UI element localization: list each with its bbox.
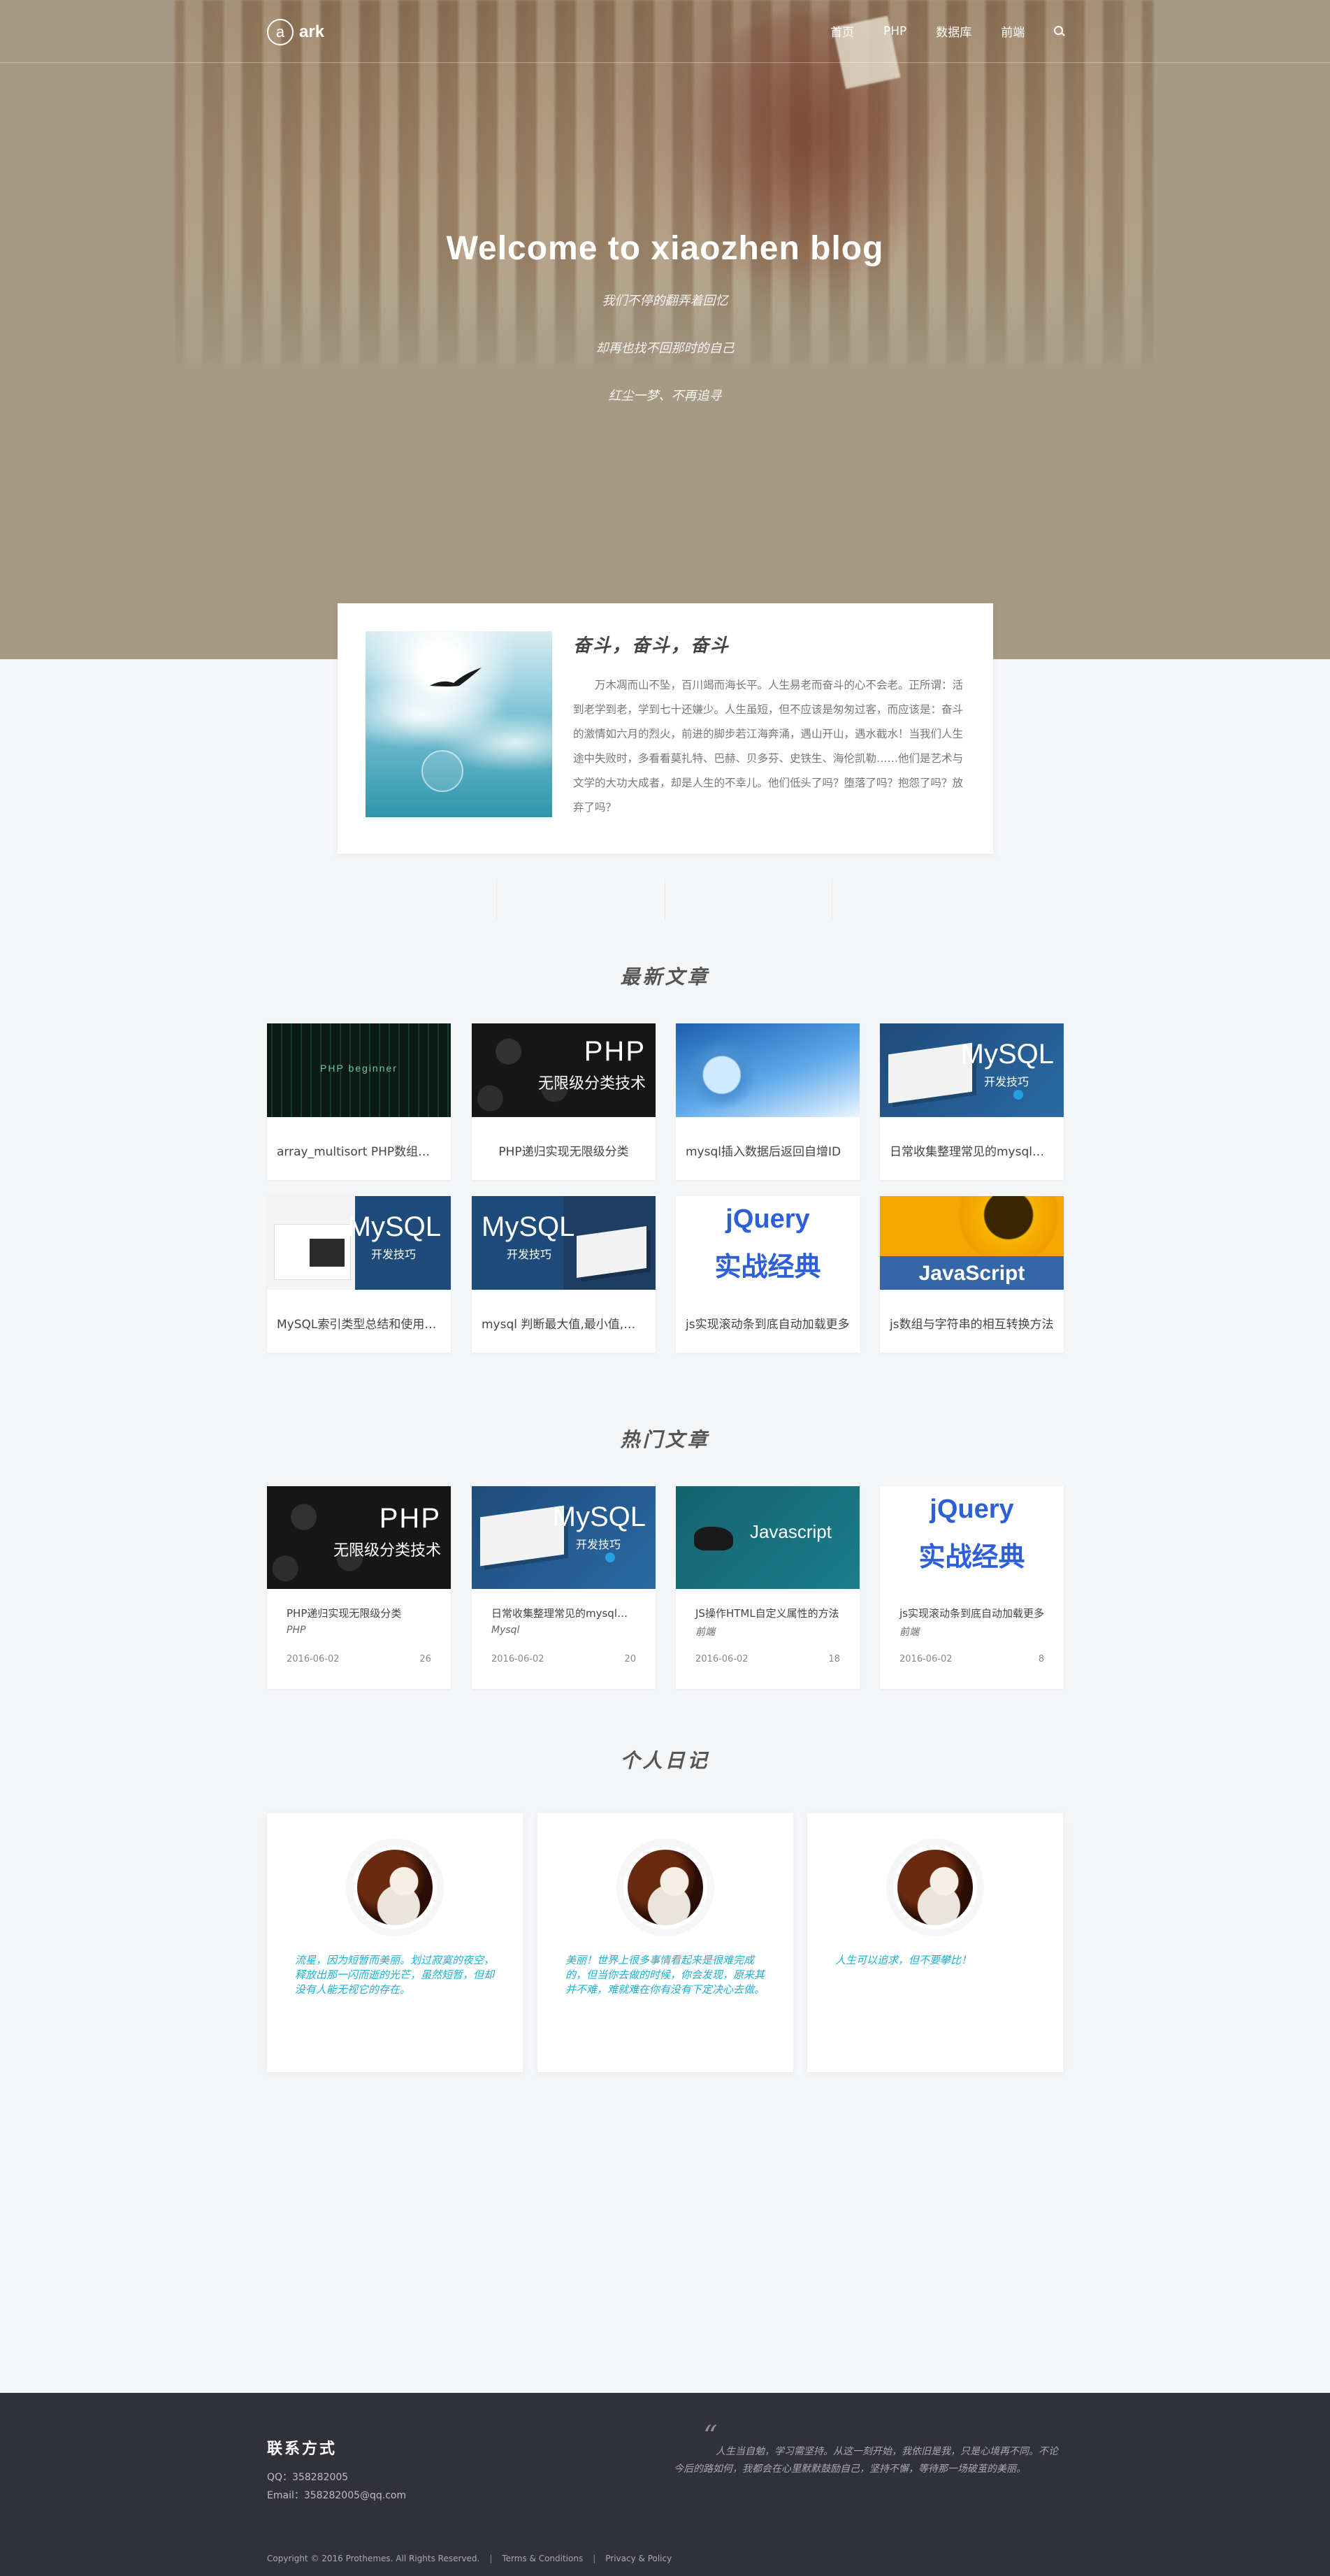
diary-card[interactable]: 美丽！世界上很多事情看起来是很难完成的，但当你去做的时候，你会发现，原来其并不难… [537, 1813, 793, 2072]
nav-item-frontend[interactable]: 前端 [1001, 22, 1025, 40]
diary-text: 流星，因为短暂而美丽。划过寂寞的夜空，释放出那一闪而逝的光芒，虽然短暂，但却没有… [295, 1954, 495, 1996]
article-thumbnail: MySQL 开发技巧 [267, 1196, 451, 1290]
article-title[interactable]: js实现滚动条到底自动加载更多 [880, 1606, 1064, 1620]
article-title[interactable]: JS操作HTML自定义属性的方法 [676, 1606, 860, 1620]
hero-line: 红尘一梦、不再追寻 [608, 389, 722, 403]
footer-qq: QQ：358282005 [267, 2472, 349, 2483]
avatar [623, 1845, 707, 1929]
article-card[interactable]: JavaScript js数组与字符串的相互转换方法 [880, 1196, 1064, 1353]
about-text: 万木凋而山不坠，百川竭而海长平。人生易老而奋斗的心不会老。正所谓：活到老学到老，… [573, 679, 964, 814]
article-meta: 2016-06-02 26 [287, 1654, 431, 1664]
hot-article-card[interactable]: jQuery 实战经典 js实现滚动条到底自动加载更多 前端 2016-06-0… [880, 1486, 1064, 1689]
lens-flare [421, 750, 463, 792]
article-view-count: 20 [624, 1654, 636, 1664]
hot-article-card[interactable]: Javascript JS操作HTML自定义属性的方法 前端 2016-06-0… [676, 1486, 860, 1689]
article-date: 2016-06-02 [287, 1654, 340, 1664]
diary-text: 人生可以追求，但不要攀比！ [835, 1954, 972, 1966]
about-title: 奋斗，奋斗，奋斗 [573, 635, 730, 656]
article-category[interactable]: 前端 [880, 1625, 1064, 1639]
article-view-count: 26 [419, 1654, 431, 1664]
article-category[interactable]: PHP [267, 1625, 451, 1636]
article-thumbnail: Javascript [676, 1486, 860, 1589]
article-view-count: 18 [828, 1654, 840, 1664]
logo-text: ark [299, 22, 325, 41]
hero-title: Welcome to xiaozhen blog [446, 230, 884, 267]
copyright-text: Copyright © 2016 Prothemes. All Rights R… [267, 2554, 480, 2563]
article-thumbnail: MySQL 开发技巧 [880, 1023, 1064, 1117]
article-card[interactable]: MySQL 开发技巧 mysql 判断最大值,最小值,平均值 [472, 1196, 656, 1353]
bird-icon [430, 668, 482, 686]
article-meta: 2016-06-02 20 [491, 1654, 636, 1664]
diary-card[interactable]: 流星，因为短暂而美丽。划过寂寞的夜空，释放出那一闪而逝的光芒，虽然短暂，但却没有… [267, 1813, 523, 2072]
article-title[interactable]: PHP递归实现无限级分类 [472, 1144, 656, 1160]
avatar [893, 1845, 977, 1929]
site-footer: 联系方式 QQ：358282005 Email：358282005@qq.com… [0, 2393, 1330, 2576]
section-title-hot: 热门文章 [620, 1428, 710, 1451]
article-thumbnail: PHP beginner [267, 1023, 451, 1117]
article-category[interactable]: Mysql [472, 1625, 656, 1636]
footer-quote: “ 人生当自勉，学习需坚持。从这一刻开始，我依旧是我，只是心境再不同。不论今后的… [674, 2420, 1058, 2475]
nav-item-php[interactable]: PHP [883, 24, 906, 38]
about-card: 奋斗，奋斗，奋斗 万木凋而山不坠，百川竭而海长平。人生易老而奋斗的心不会老。正所… [338, 603, 993, 854]
article-title[interactable]: PHP递归实现无限级分类 [267, 1606, 451, 1620]
hero-line: 我们不停的翻弄着回忆 [602, 294, 728, 308]
nav-item-home[interactable]: 首页 [830, 22, 854, 40]
hot-article-card[interactable]: MySQL 开发技巧 日常收集整理常见的mysql语句 Mysql 2016-0… [472, 1486, 656, 1689]
article-date: 2016-06-02 [491, 1654, 544, 1664]
article-view-count: 8 [1038, 1654, 1044, 1664]
article-date: 2016-06-02 [899, 1654, 953, 1664]
article-category[interactable]: 前端 [676, 1625, 860, 1639]
avatar [353, 1845, 437, 1929]
article-title[interactable]: MySQL索引类型总结和使用技巧 [267, 1316, 451, 1333]
article-title[interactable]: array_multisort PHP数组多维排序 [267, 1144, 451, 1160]
terms-link[interactable]: Terms & Conditions [502, 2554, 583, 2563]
article-title[interactable]: 日常收集整理常见的mysql语句 [880, 1144, 1064, 1160]
article-title[interactable]: js数组与字符串的相互转换方法 [880, 1316, 1064, 1333]
article-thumbnail: MySQL 开发技巧 [472, 1486, 656, 1589]
hot-article-card[interactable]: PHP 无限级分类技术 PHP递归实现无限级分类 PHP 2016-06-02 … [267, 1486, 451, 1689]
top-navbar: a ark 首页 PHP 数据库 前端 [0, 0, 1330, 63]
article-thumbnail: MySQL 开发技巧 [472, 1196, 656, 1290]
quote-icon: “ [703, 2420, 718, 2452]
diary-text: 美丽！世界上很多事情看起来是很难完成的，但当你去做的时候，你会发现，原来其并不难… [565, 1954, 765, 1996]
article-thumbnail: PHP 无限级分类技术 [267, 1486, 451, 1589]
article-thumbnail [676, 1023, 860, 1117]
article-card[interactable]: mysql插入数据后返回自增ID [676, 1023, 860, 1180]
site-logo[interactable]: a ark [267, 18, 324, 46]
article-thumbnail: jQuery 实战经典 [676, 1196, 860, 1290]
footer-email[interactable]: Email：358282005@qq.com [267, 2488, 406, 2502]
hero-line: 却再也找不回那时的自己 [595, 341, 735, 356]
article-meta: 2016-06-02 8 [899, 1654, 1044, 1664]
article-title[interactable]: mysql插入数据后返回自增ID [676, 1144, 860, 1160]
article-card[interactable]: PHP 无限级分类技术 PHP递归实现无限级分类 [472, 1023, 656, 1180]
logo-circle-icon: a [267, 19, 294, 45]
divider [496, 879, 497, 921]
main-nav: 首页 PHP 数据库 前端 [830, 22, 1065, 40]
article-card[interactable]: MySQL 开发技巧 MySQL索引类型总结和使用技巧 [267, 1196, 451, 1353]
footer-bottom-bar: Copyright © 2016 Prothemes. All Rights R… [267, 2554, 672, 2563]
article-title[interactable]: 日常收集整理常见的mysql语句 [472, 1606, 656, 1620]
about-image-sky [366, 631, 552, 817]
article-card[interactable]: jQuery 实战经典 js实现滚动条到底自动加载更多 [676, 1196, 860, 1353]
article-card[interactable]: PHP beginner array_multisort PHP数组多维排序 [267, 1023, 451, 1180]
article-meta: 2016-06-02 18 [695, 1654, 840, 1664]
hero-banner: a ark 首页 PHP 数据库 前端 Welcome to xiaozhen … [0, 0, 1330, 659]
article-title[interactable]: mysql 判断最大值,最小值,平均值 [472, 1316, 656, 1333]
privacy-link[interactable]: Privacy & Policy [605, 2554, 672, 2563]
article-date: 2016-06-02 [695, 1654, 749, 1664]
search-icon[interactable] [1054, 25, 1065, 37]
nav-item-database[interactable]: 数据库 [936, 22, 971, 40]
diary-card[interactable]: 人生可以追求，但不要攀比！ [807, 1813, 1063, 2072]
section-title-diary: 个人日记 [620, 1749, 710, 1772]
footer-contact-title: 联系方式 [267, 2440, 338, 2458]
article-thumbnail: PHP 无限级分类技术 [472, 1023, 656, 1117]
article-card[interactable]: MySQL 开发技巧 日常收集整理常见的mysql语句 [880, 1023, 1064, 1180]
section-title-latest: 最新文章 [620, 965, 710, 988]
article-title[interactable]: js实现滚动条到底自动加载更多 [676, 1316, 860, 1333]
article-thumbnail: JavaScript [880, 1196, 1064, 1290]
article-thumbnail: jQuery 实战经典 [880, 1486, 1064, 1589]
